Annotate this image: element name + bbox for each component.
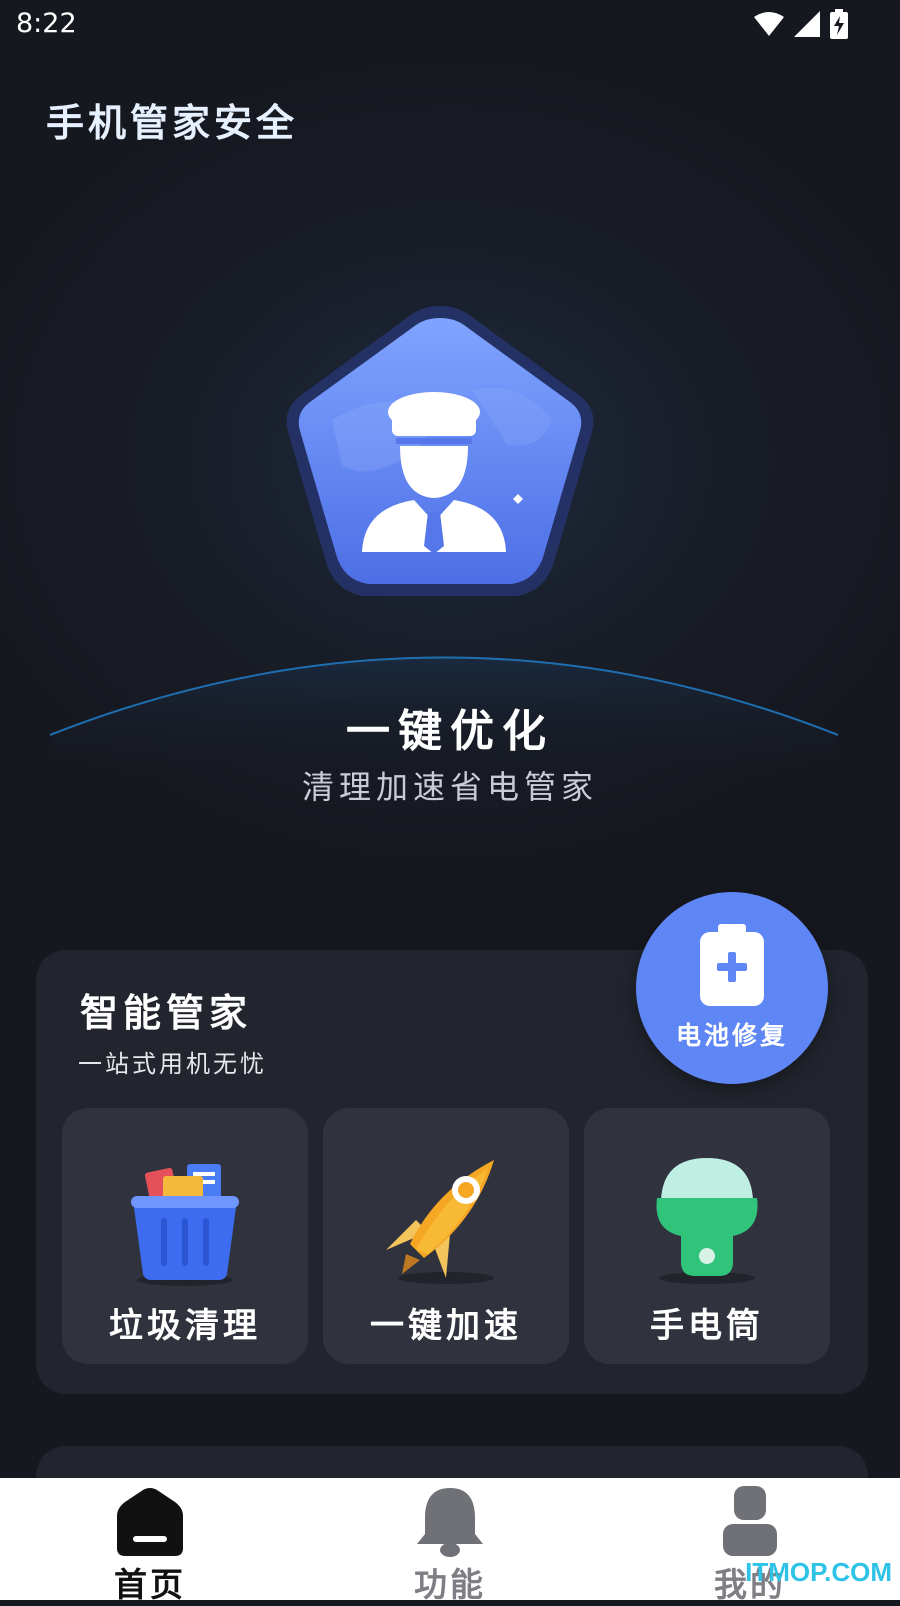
bottom-nav: 首页 功能 我的 ITMOP.COM (0, 1478, 900, 1604)
home-screen: 8:22 手机管家安全 一键优化 清理加速省电管家 智能管家 一站式用机无忧 垃… (0, 0, 900, 1604)
nav-item-home[interactable]: 首页 (50, 1478, 250, 1604)
nav-item-features[interactable]: 功能 (350, 1478, 550, 1604)
status-time: 8:22 (16, 8, 77, 39)
card-subtitle: 一站式用机无忧 (78, 1050, 267, 1078)
flashlight-icon (656, 1158, 758, 1284)
home-icon (117, 1488, 183, 1556)
battery-repair-label: 电池修复 (675, 1021, 788, 1050)
user-icon (723, 1486, 777, 1556)
trash-bin-icon (131, 1164, 239, 1286)
tile-label: 一键加速 (370, 1306, 522, 1346)
butler-badge-icon[interactable] (272, 300, 608, 620)
tile-flashlight[interactable]: 手电筒 (584, 1108, 830, 1364)
app-title: 手机管家安全 (46, 101, 299, 145)
wifi-icon (754, 12, 784, 36)
status-icons (754, 8, 848, 40)
signal-icon (794, 11, 820, 37)
tile-label: 手电筒 (650, 1306, 764, 1346)
tile-label: 垃圾清理 (109, 1306, 261, 1346)
status-bar: 8:22 (0, 0, 900, 50)
rocket-icon (386, 1160, 494, 1284)
bell-icon (417, 1488, 483, 1557)
nav-label: 首页 (114, 1565, 186, 1604)
hero-subtitle: 清理加速省电管家 (301, 768, 598, 806)
card-title: 智能管家 (80, 991, 253, 1035)
battery-charging-icon (830, 9, 848, 39)
one-click-optimize-title[interactable]: 一键优化 (0, 695, 900, 759)
tile-one-click-boost[interactable]: 一键加速 (323, 1108, 569, 1364)
battery-repair-button[interactable]: 电池修复 (636, 892, 828, 1084)
battery-plus-icon (700, 924, 764, 1006)
nav-label: 功能 (414, 1565, 486, 1604)
tile-junk-clean[interactable]: 垃圾清理 (62, 1108, 308, 1364)
watermark: ITMOP.COM (745, 1557, 892, 1587)
